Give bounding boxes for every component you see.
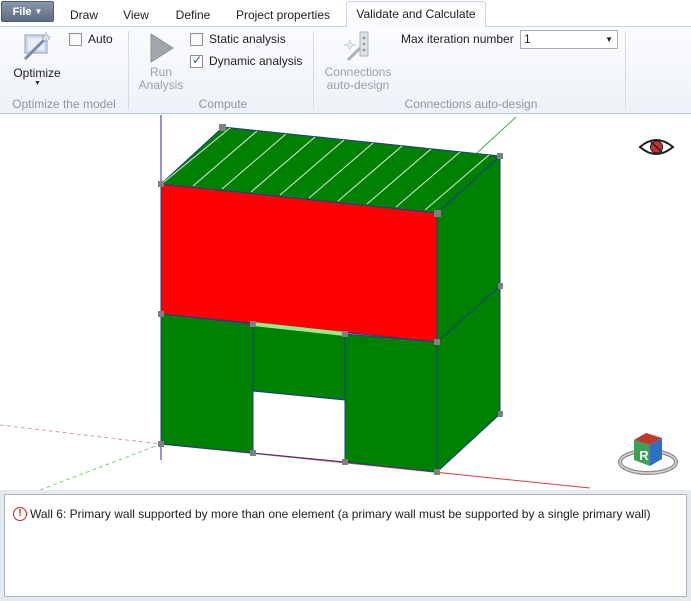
dynamic-analysis-label: Dynamic analysis — [209, 54, 303, 68]
dynamic-analysis-checkbox-row[interactable]: Dynamic analysis — [190, 53, 303, 68]
auto-checkbox[interactable] — [69, 32, 82, 46]
connector-icon — [344, 31, 369, 62]
tab-validate-and-calculate[interactable]: Validate and Calculate — [346, 1, 486, 28]
message-panel: ! Wall 6: Primary wall supported by more… — [0, 490, 691, 601]
node — [342, 459, 348, 465]
message-item[interactable]: ! Wall 6: Primary wall supported by more… — [13, 507, 650, 521]
dynamic-analysis-checkbox[interactable] — [190, 53, 203, 68]
max-iteration-label: Max iteration number — [401, 32, 514, 46]
lower-front-left-wall[interactable] — [160, 313, 254, 454]
group-label-optimize: Optimize the model — [12, 97, 116, 111]
auto-checkbox-label: Auto — [88, 32, 113, 46]
y-axis-negative — [39, 443, 162, 490]
node — [342, 331, 348, 337]
static-analysis-label: Static analysis — [209, 32, 286, 46]
node — [158, 311, 164, 317]
run-analysis-label: Run Analysis — [135, 66, 187, 92]
chevron-down-icon: ▼ — [34, 80, 41, 87]
node — [497, 153, 503, 159]
tab-draw[interactable]: Draw — [62, 4, 106, 27]
static-analysis-checkbox[interactable] — [190, 32, 203, 46]
connections-label-line2: auto-design — [326, 78, 390, 92]
auto-checkbox-row[interactable]: Auto — [69, 32, 113, 46]
play-icon — [150, 33, 174, 63]
tab-view[interactable]: View — [114, 4, 158, 27]
max-iteration-value: 1 — [524, 32, 531, 46]
chevron-down-icon: ▼ — [34, 7, 43, 16]
tab-define[interactable]: Define — [166, 4, 220, 27]
node — [158, 181, 164, 187]
group-separator — [313, 31, 314, 109]
node — [434, 339, 440, 345]
visibility-eye-icon[interactable] — [638, 139, 675, 155]
door-opening — [252, 390, 346, 463]
chevron-down-icon: ▼ — [605, 35, 613, 44]
group-label-compute: Compute — [198, 97, 248, 111]
group-separator — [128, 31, 129, 109]
node — [250, 450, 256, 456]
node — [250, 321, 256, 327]
node — [434, 469, 440, 475]
lower-front-right-wall[interactable] — [344, 333, 438, 473]
group-separator — [625, 31, 626, 109]
x-axis-negative — [0, 424, 162, 445]
optimize-button-label: Optimize — [13, 66, 61, 80]
error-icon: ! — [13, 507, 27, 521]
message-text: Wall 6: Primary wall supported by more t… — [30, 507, 651, 521]
building-model-canvas[interactable] — [0, 115, 691, 490]
optimize-wand-icon — [23, 31, 52, 61]
tab-project-properties[interactable]: Project properties — [228, 4, 338, 27]
group-label-connections: Connections auto-design — [404, 97, 538, 111]
node — [498, 411, 503, 417]
run-analysis-label-line2: Analysis — [138, 78, 184, 92]
node — [219, 124, 226, 131]
lintel-wall[interactable] — [252, 323, 346, 401]
static-analysis-checkbox-row[interactable]: Static analysis — [190, 32, 286, 46]
node — [434, 210, 441, 217]
menu-tab-bar: File ▼ Draw View Define Project properti… — [0, 0, 691, 28]
3d-viewport[interactable]: R — [0, 115, 691, 490]
node — [158, 441, 164, 447]
max-iteration-select[interactable]: 1 ▼ — [520, 30, 618, 49]
node — [498, 283, 503, 289]
file-menu-button[interactable]: File ▼ — [1, 1, 54, 22]
file-menu-label: File — [12, 5, 32, 18]
connections-auto-design-label: Connections auto-design — [319, 66, 397, 92]
view-cube-label: R — [639, 448, 649, 463]
ribbon: Optimize ▼ Auto Optimize the model Run A… — [0, 27, 691, 114]
message-list[interactable]: ! Wall 6: Primary wall supported by more… — [4, 494, 687, 597]
